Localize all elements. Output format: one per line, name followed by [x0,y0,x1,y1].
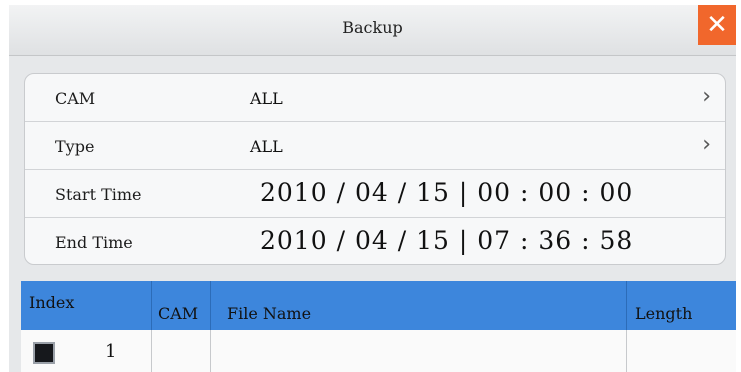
table-row[interactable]: 1 [21,330,736,372]
filter-panel: CAM ALL › Type ALL › Start Time 2010 / 0… [24,73,726,265]
end-time-row[interactable]: End Time 2010 / 04 / 15 | 07 : 36 : 58 [25,218,725,264]
dialog-title: Backup [342,18,403,37]
column-header-length[interactable]: Length [627,281,736,330]
cell-cam [152,330,211,372]
column-header-index[interactable]: Index [21,281,152,330]
cell-file-name [211,330,627,372]
start-time-row[interactable]: Start Time 2010 / 04 / 15 | 00 : 00 : 00 [25,170,725,218]
row-index: 1 [105,341,117,362]
type-label: Type [55,137,95,156]
cell-length [627,330,736,372]
cam-label: CAM [55,89,96,108]
end-time-label: End Time [55,233,133,252]
cell-index: 1 [21,330,152,372]
column-header-cam[interactable]: CAM [152,281,211,330]
start-time-label: Start Time [55,185,142,204]
type-value: ALL [250,137,283,156]
checkbox[interactable] [33,342,55,364]
table-header: Index CAM File Name Length [21,281,736,330]
cam-value: ALL [250,89,283,108]
chevron-right-icon[interactable]: › [702,84,711,109]
title-bar: Backup ✕ [9,5,736,56]
cam-row[interactable]: CAM ALL › [25,74,725,122]
end-time-value[interactable]: 2010 / 04 / 15 | 07 : 36 : 58 [260,226,633,255]
close-button[interactable]: ✕ [698,5,736,45]
column-header-file-name[interactable]: File Name [211,281,627,330]
type-row[interactable]: Type ALL › [25,122,725,170]
chevron-right-icon[interactable]: › [702,132,711,157]
backup-dialog: Backup ✕ CAM ALL › Type ALL › Start Time… [9,5,736,372]
start-time-value[interactable]: 2010 / 04 / 15 | 00 : 00 : 00 [260,178,633,207]
file-table: Index CAM File Name Length 1 [21,281,736,372]
